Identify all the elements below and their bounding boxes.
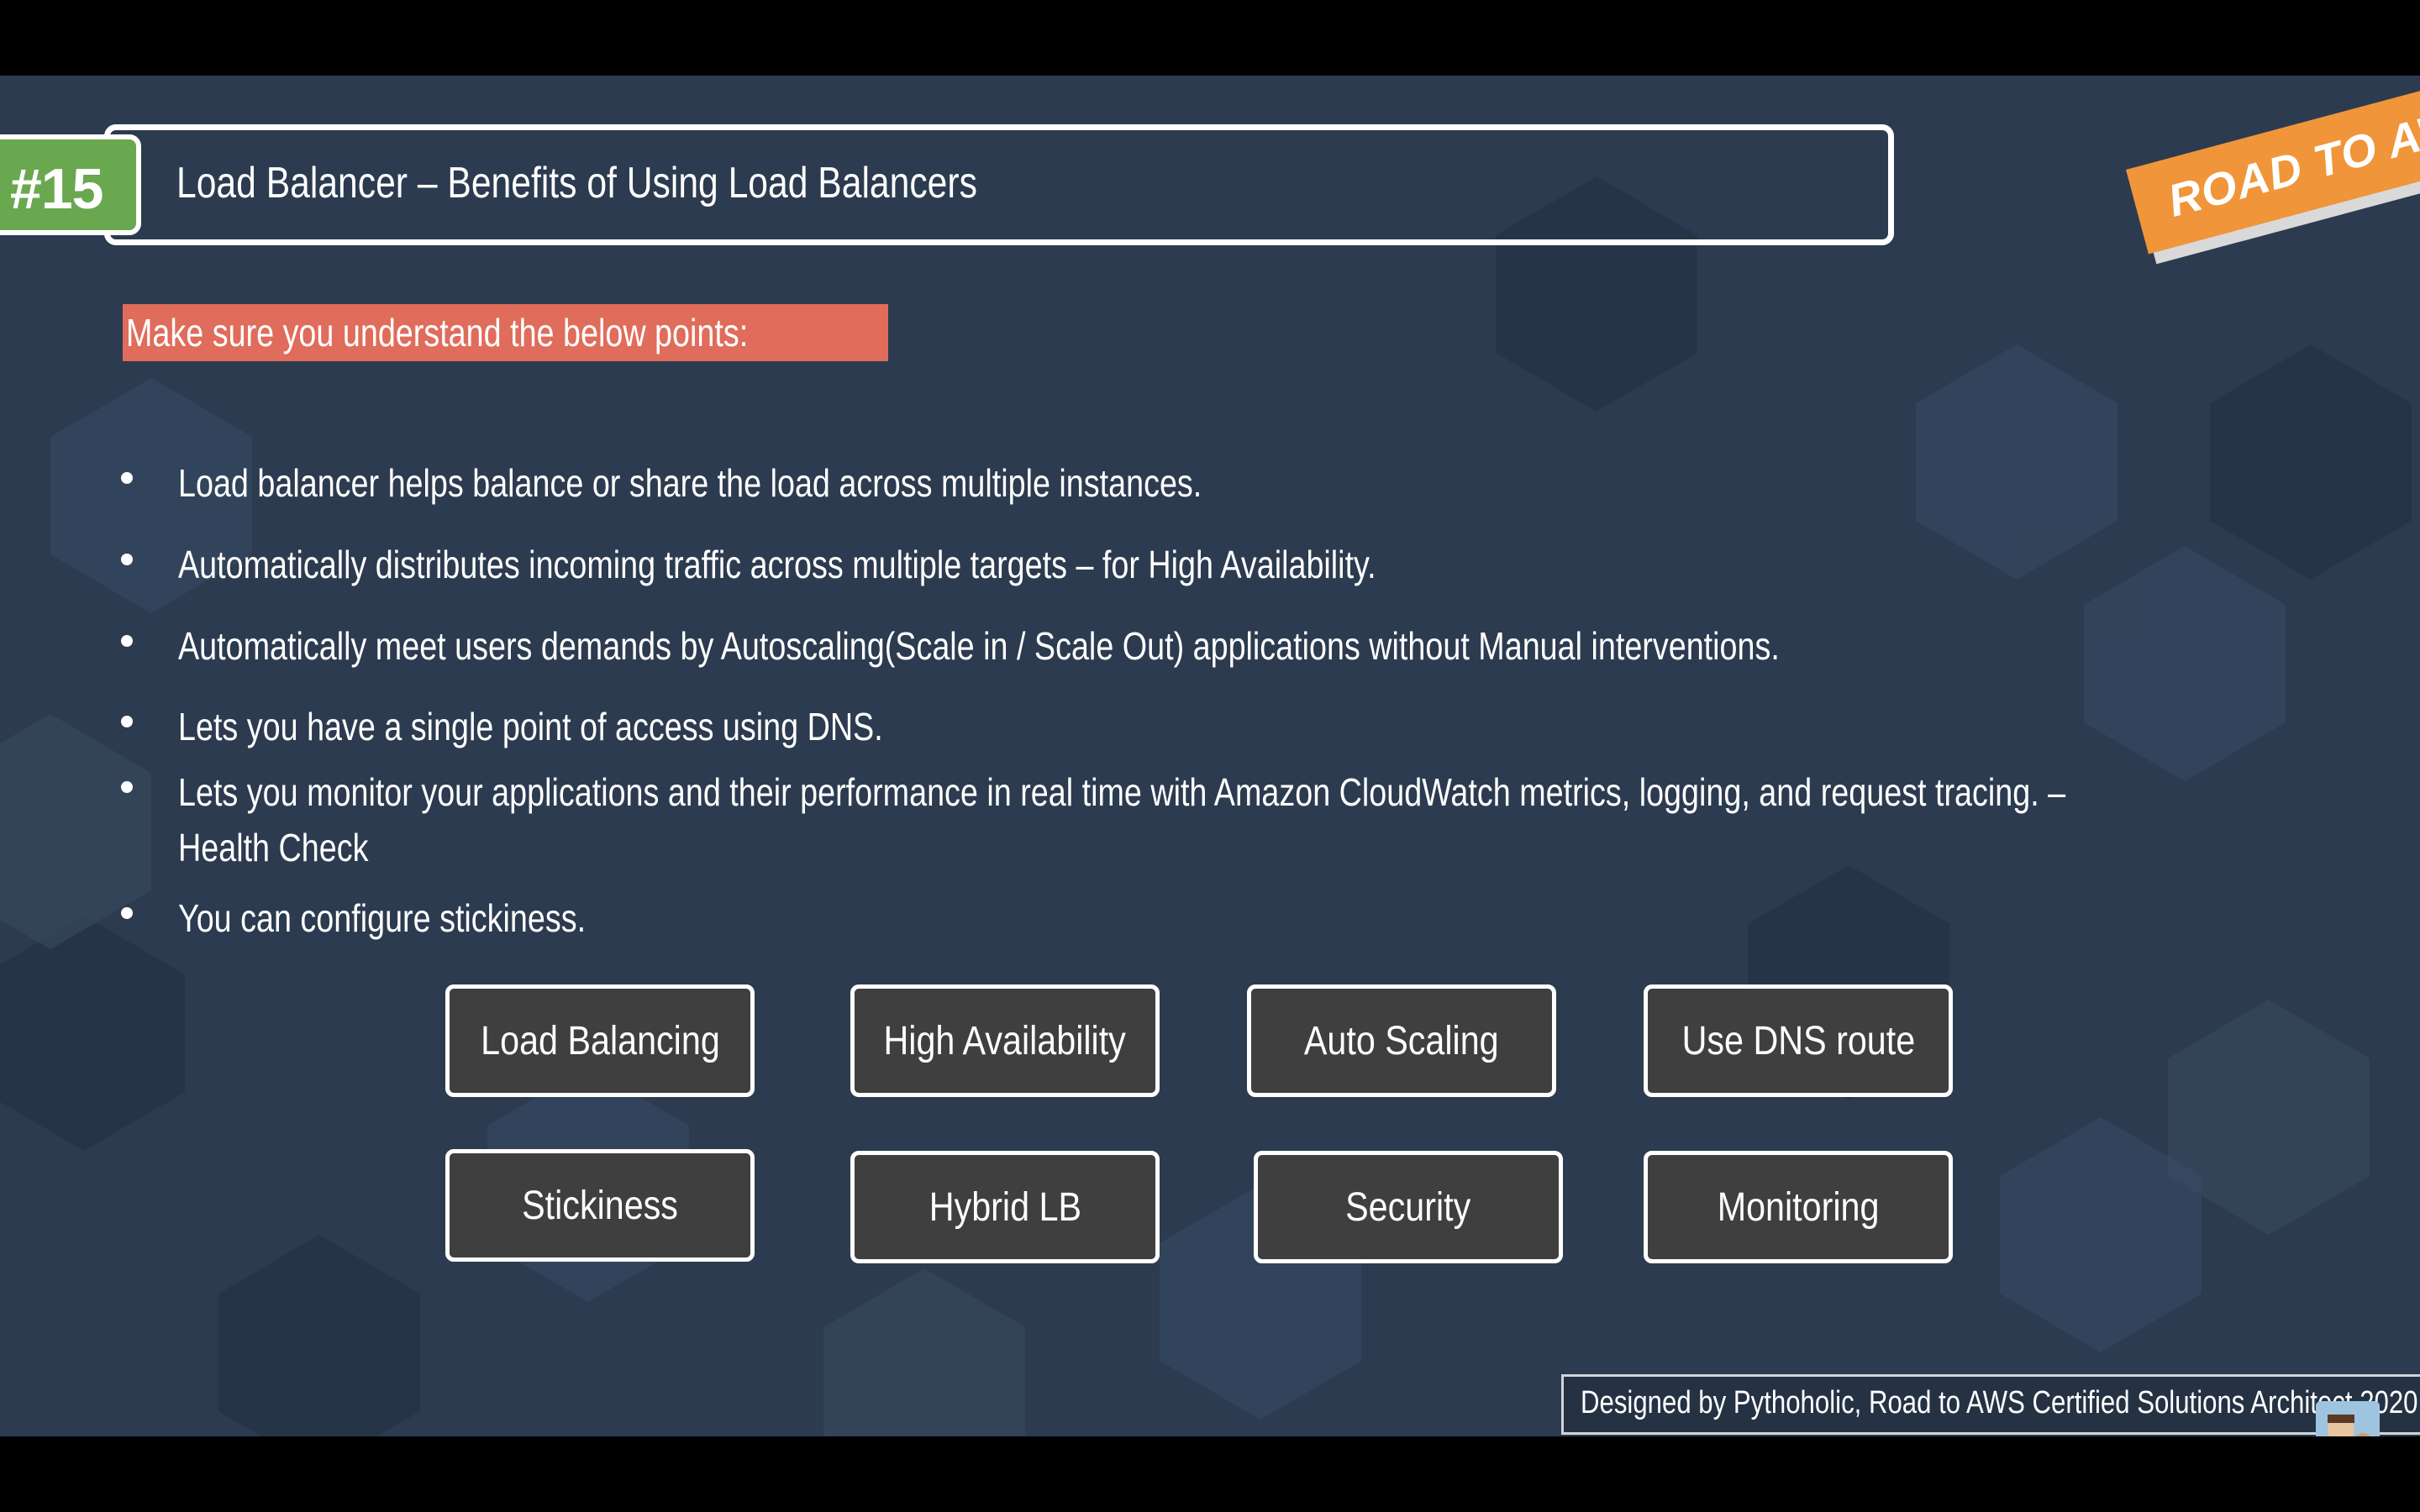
- footer-credit: Designed by Pythoholic, Road to AWS Cert…: [1561, 1374, 2420, 1435]
- bullet-dot: [121, 472, 133, 484]
- keyword-stickiness: Stickiness: [445, 1149, 755, 1262]
- keyword-auto-scaling: Auto Scaling: [1247, 984, 1556, 1097]
- bullet-dot: [121, 781, 133, 793]
- hexagon-background: [0, 176, 2412, 1436]
- keyword-high-availability: High Availability: [850, 984, 1160, 1097]
- letterbox-bottom: [0, 1436, 2420, 1512]
- instruction-text: Make sure you understand the below point…: [126, 311, 749, 354]
- keyword-use-dns-route: Use DNS route: [1644, 984, 1953, 1097]
- highlighted-instruction: Make sure you understand the below point…: [123, 304, 888, 361]
- lesson-number-badge: #15: [0, 134, 141, 235]
- bullet-dot: [121, 716, 133, 727]
- keyword-hybrid-lb: Hybrid LB: [850, 1151, 1160, 1263]
- bullet-dot: [121, 554, 133, 565]
- slide-title: Load Balancer – Benefits of Using Load B…: [176, 159, 977, 207]
- keyword-monitoring: Monitoring: [1644, 1151, 1953, 1263]
- keyword-security: Security: [1254, 1151, 1563, 1263]
- keyword-load-balancing: Load Balancing: [445, 984, 755, 1097]
- bullet-dot: [121, 907, 133, 919]
- letterbox-top: [0, 0, 2420, 76]
- lesson-number: #15: [10, 157, 103, 221]
- footer-text: Designed by Pythoholic, Road to AWS Cert…: [1581, 1385, 2418, 1420]
- bullet-dot: [121, 635, 133, 647]
- slide: #15 Load Balancer – Benefits of Using Lo…: [0, 76, 2420, 1436]
